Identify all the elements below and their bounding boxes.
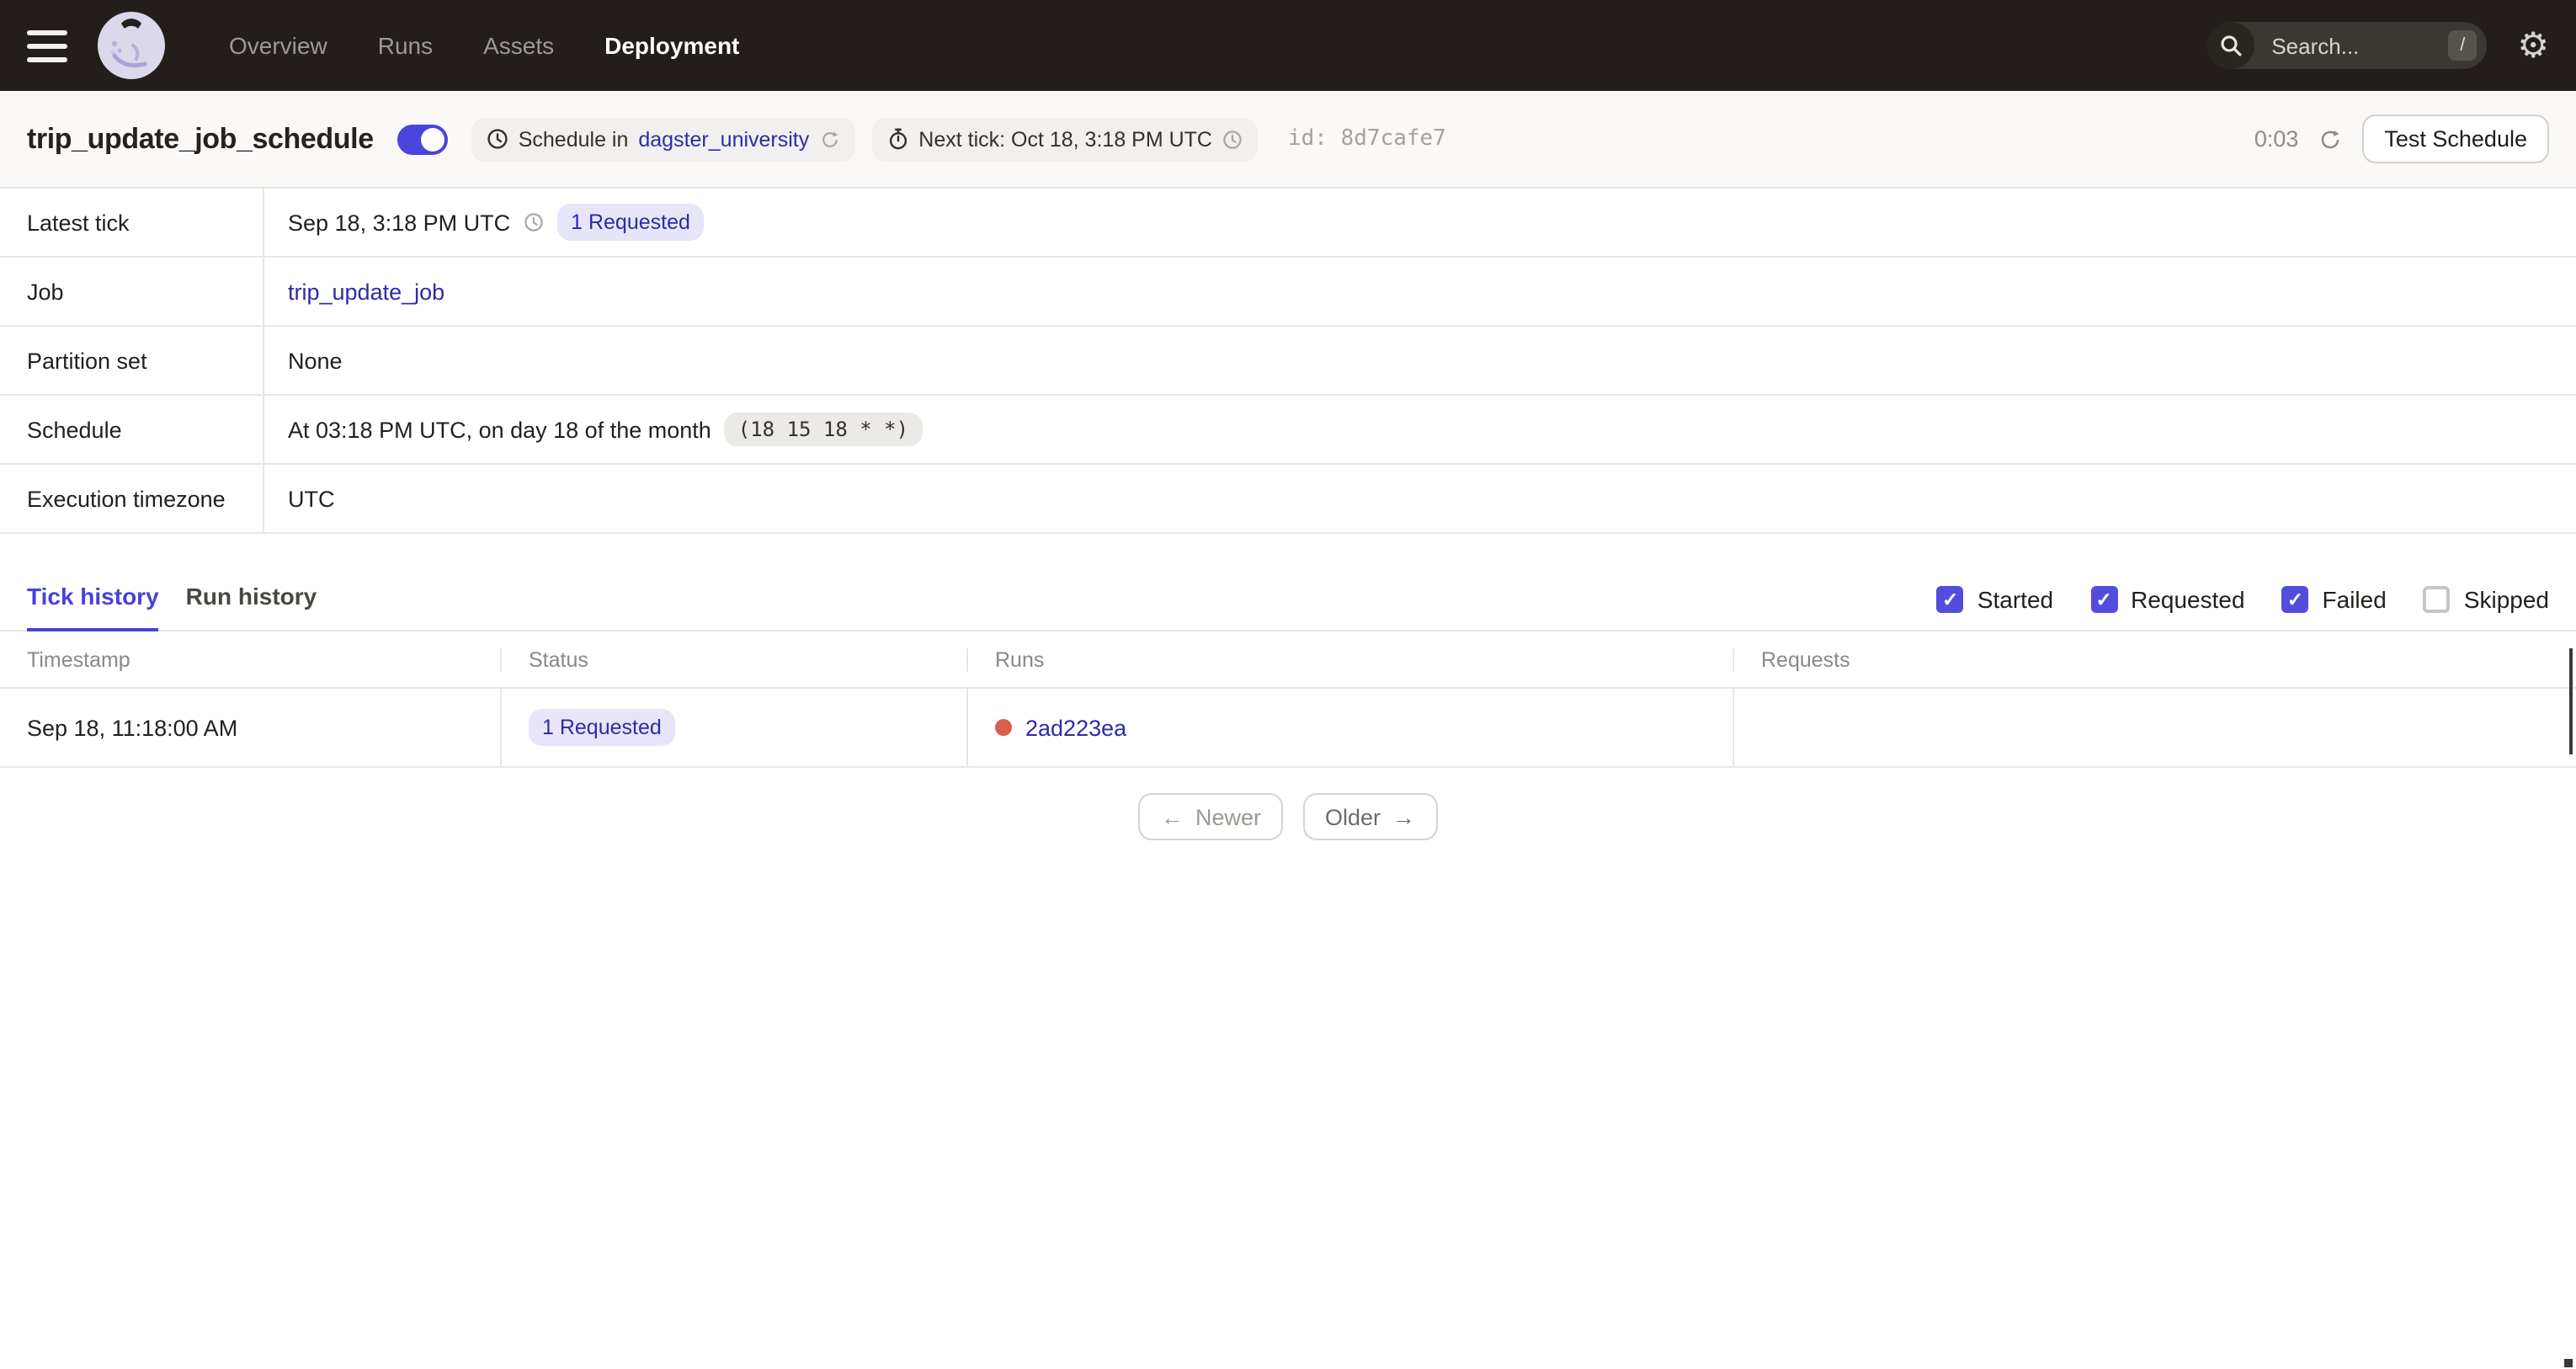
nav-right: / ⚙	[2207, 22, 2549, 69]
tabs-row: Tick history Run history Started Request…	[0, 564, 2576, 631]
tick-timestamp: Sep 18, 11:18:00 AM	[0, 689, 502, 766]
schedule-toggle[interactable]	[397, 124, 448, 154]
schedule-id: id: 8d7cafe7	[1288, 126, 1446, 152]
refresh-countdown: 0:03	[2254, 126, 2299, 152]
clock-icon	[487, 128, 508, 150]
column-header-status: Status	[502, 647, 968, 671]
refresh-icon[interactable]	[2318, 127, 2342, 151]
nav-links: Overview Runs Assets Deployment	[229, 32, 739, 59]
arrow-right-icon: →	[1392, 804, 1416, 829]
checkbox-started[interactable]	[1936, 586, 1964, 613]
newer-button[interactable]: ← Newer	[1138, 793, 1283, 840]
partition-set-value: None	[288, 348, 343, 373]
checkbox-failed[interactable]	[2281, 586, 2309, 613]
repo-location-link[interactable]: dagster_university	[638, 127, 809, 151]
table-header-row: Timestamp Status Runs Requests	[0, 631, 2576, 689]
timer-icon	[886, 128, 908, 150]
detail-row-latest-tick: Latest tick Sep 18, 3:18 PM UTC 1 Reques…	[0, 189, 2576, 258]
schedule-details: Latest tick Sep 18, 3:18 PM UTC 1 Reques…	[0, 187, 2576, 534]
nav-item-overview[interactable]: Overview	[229, 32, 327, 59]
newer-label: Newer	[1195, 804, 1261, 829]
filter-skipped[interactable]: Skipped	[2423, 586, 2549, 613]
scrollbar-fragment[interactable]	[2569, 648, 2573, 754]
job-link[interactable]: trip_update_job	[288, 279, 444, 304]
clock-small-icon	[524, 212, 544, 232]
search-icon	[2207, 22, 2255, 69]
checkbox-skipped[interactable]	[2423, 586, 2451, 613]
cron-expression-chip: (18 15 18 * *)	[724, 413, 923, 446]
filter-started[interactable]: Started	[1936, 586, 2054, 613]
pagination: ← Newer Older →	[0, 793, 2576, 840]
page-title: trip_update_job_schedule	[27, 122, 374, 154]
dagster-logo-icon[interactable]	[98, 12, 165, 79]
scrollbar-corner-fragment	[2564, 1359, 2573, 1367]
older-button[interactable]: Older →	[1303, 793, 1438, 840]
header-right: 0:03 Test Schedule	[2254, 115, 2549, 163]
column-header-timestamp: Timestamp	[0, 647, 502, 671]
table-row: Sep 18, 11:18:00 AM 1 Requested 2ad223ea	[0, 689, 2576, 768]
page-header: trip_update_job_schedule Schedule in dag…	[0, 91, 2576, 187]
detail-label: Latest tick	[0, 189, 264, 256]
main-content: Latest tick Sep 18, 3:18 PM UTC 1 Reques…	[0, 187, 2576, 1369]
search-box[interactable]: /	[2207, 22, 2488, 69]
filter-failed[interactable]: Failed	[2281, 586, 2387, 613]
gear-icon[interactable]: ⚙	[2517, 27, 2549, 63]
tick-history-table: Timestamp Status Runs Requests Sep 18, 1…	[0, 631, 2576, 768]
menu-icon[interactable]	[27, 25, 67, 66]
filter-label: Requested	[2131, 586, 2245, 613]
detail-label: Job	[0, 258, 264, 325]
detail-row-schedule: Schedule At 03:18 PM UTC, on day 18 of t…	[0, 396, 2576, 465]
app-root: Overview Runs Assets Deployment / ⚙ trip…	[0, 0, 2576, 1369]
filter-requested[interactable]: Requested	[2090, 586, 2245, 613]
detail-row-partition-set: Partition set None	[0, 327, 2576, 396]
detail-label: Schedule	[0, 396, 264, 463]
detail-row-timezone: Execution timezone UTC	[0, 465, 2576, 534]
tab-tick-history[interactable]: Tick history	[27, 583, 160, 631]
timezone-value: UTC	[288, 486, 335, 511]
older-label: Older	[1325, 804, 1381, 829]
schedule-location-text: Schedule in	[518, 127, 629, 151]
nav-item-deployment[interactable]: Deployment	[604, 32, 739, 59]
filter-label: Skipped	[2463, 586, 2549, 613]
column-header-requests: Requests	[1761, 647, 1850, 671]
test-schedule-button[interactable]: Test Schedule	[2362, 115, 2549, 163]
column-header-runs: Runs	[968, 647, 1734, 671]
slash-shortcut-badge: /	[2448, 30, 2478, 61]
top-nav: Overview Runs Assets Deployment / ⚙	[0, 0, 2576, 91]
tab-run-history[interactable]: Run history	[186, 583, 317, 630]
schedule-description: At 03:18 PM UTC, on day 18 of the month	[288, 417, 711, 442]
checkbox-requested[interactable]	[2090, 586, 2118, 613]
reload-location-icon[interactable]	[819, 129, 839, 149]
next-tick-pill: Next tick: Oct 18, 3:18 PM UTC	[871, 117, 1258, 161]
tick-requests-cell	[1734, 689, 2576, 766]
filter-label: Failed	[2322, 586, 2387, 613]
run-id-link[interactable]: 2ad223ea	[1025, 715, 1126, 740]
latest-tick-time: Sep 18, 3:18 PM UTC	[288, 210, 511, 235]
clock-small-icon	[1222, 129, 1243, 149]
next-tick-text: Next tick: Oct 18, 3:18 PM UTC	[918, 127, 1212, 151]
tabs: Tick history Run history	[27, 583, 317, 631]
detail-label: Partition set	[0, 327, 264, 394]
search-input[interactable]	[2268, 31, 2417, 60]
requested-badge[interactable]: 1 Requested	[557, 204, 704, 241]
schedule-location-pill: Schedule in dagster_university	[471, 117, 855, 161]
detail-label: Execution timezone	[0, 465, 264, 532]
detail-row-job: Job trip_update_job	[0, 258, 2576, 327]
status-filters: Started Requested Failed Skipped	[1936, 586, 2549, 630]
run-status-dot	[995, 719, 1012, 736]
nav-item-assets[interactable]: Assets	[483, 32, 554, 59]
tick-status-badge[interactable]: 1 Requested	[529, 709, 675, 746]
arrow-left-icon: ←	[1160, 804, 1184, 829]
filter-label: Started	[1977, 586, 2054, 613]
nav-item-runs[interactable]: Runs	[378, 32, 433, 59]
